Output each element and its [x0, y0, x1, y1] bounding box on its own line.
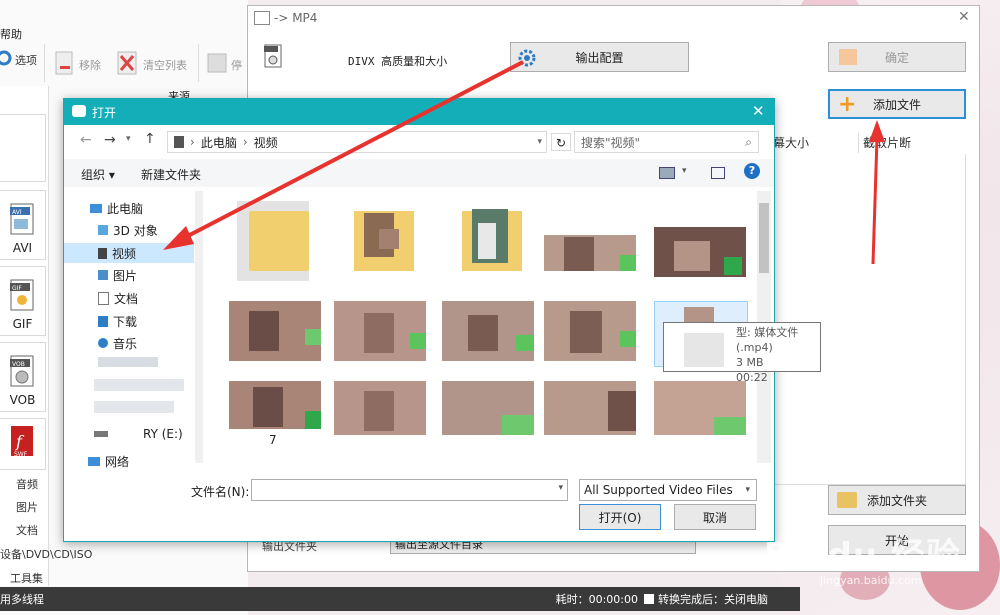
baidu-watermark: Baidu 经验: [764, 536, 961, 576]
baidu-watermark-url: jingyan.baidu.com: [820, 574, 922, 587]
annotation-arrows: [163, 60, 885, 265]
